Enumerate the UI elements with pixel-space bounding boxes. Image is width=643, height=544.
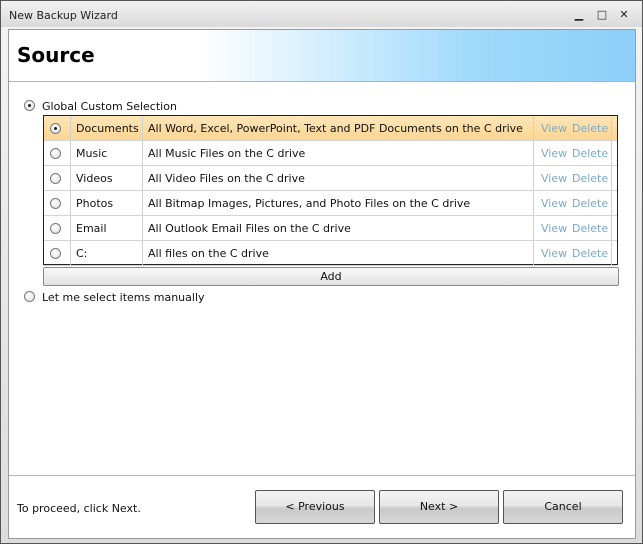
view-link[interactable]: View [541, 247, 567, 260]
item-description: All Outlook Email Files on the C drive [148, 222, 351, 235]
table-row[interactable]: C: All files on the C drive View Delete [44, 241, 617, 266]
delete-link[interactable]: Delete [572, 247, 608, 260]
column-separator [533, 116, 534, 140]
column-separator [142, 216, 143, 240]
row-select-radio[interactable] [50, 223, 61, 234]
column-separator [70, 241, 71, 265]
item-name: Videos [76, 172, 113, 185]
item-name: Photos [76, 197, 114, 210]
previous-button[interactable]: < Previous [255, 490, 375, 524]
item-name: Email [76, 222, 107, 235]
item-description: All Word, Excel, PowerPoint, Text and PD… [148, 122, 523, 135]
table-row[interactable]: Videos All Video Files on the C drive View… [44, 166, 617, 191]
cancel-button[interactable]: Cancel [503, 490, 623, 524]
column-separator [533, 216, 534, 240]
column-separator [611, 241, 612, 265]
column-separator [533, 241, 534, 265]
table-row[interactable]: Email All Outlook Email Files on the C dr… [44, 216, 617, 241]
item-description: All Bitmap Images, Pictures, and Photo F… [148, 197, 471, 210]
wizard-content: Source Global Custom Selection Documents… [8, 29, 636, 539]
column-separator [70, 141, 71, 165]
column-separator [611, 166, 612, 190]
column-separator [533, 166, 534, 190]
item-description: All Music Files on the C drive [148, 147, 306, 160]
add-button[interactable]: Add [43, 267, 619, 286]
title-bar[interactable]: New Backup Wizard ▁ □ ✕ [1, 1, 642, 27]
row-select-radio[interactable] [50, 248, 61, 259]
delete-link[interactable]: Delete [572, 197, 608, 210]
column-separator [70, 116, 71, 140]
item-description: All files on the C drive [148, 247, 269, 260]
manual-selection-radio[interactable] [24, 291, 35, 302]
item-name: Documents [76, 122, 139, 135]
delete-link[interactable]: Delete [572, 122, 608, 135]
column-separator [611, 116, 612, 140]
global-selection-radio[interactable] [24, 100, 35, 111]
column-separator [533, 141, 534, 165]
delete-link[interactable]: Delete [572, 147, 608, 160]
column-separator [142, 141, 143, 165]
row-select-radio[interactable] [50, 173, 61, 184]
maximize-icon[interactable]: □ [595, 9, 609, 21]
next-button[interactable]: Next > [379, 490, 499, 524]
row-select-radio[interactable] [50, 123, 61, 134]
view-link[interactable]: View [541, 222, 567, 235]
page-header: Source [9, 30, 635, 82]
column-separator [611, 216, 612, 240]
column-separator [611, 191, 612, 215]
wizard-window: New Backup Wizard ▁ □ ✕ Source Global Cu… [0, 0, 643, 544]
column-separator [70, 191, 71, 215]
close-icon[interactable]: ✕ [617, 9, 631, 21]
column-separator [70, 216, 71, 240]
column-separator [533, 191, 534, 215]
item-description: All Video Files on the C drive [148, 172, 305, 185]
column-separator [142, 116, 143, 140]
view-link[interactable]: View [541, 122, 567, 135]
minimize-icon[interactable]: ▁ [572, 9, 586, 21]
column-separator [611, 141, 612, 165]
page-title: Source [17, 43, 95, 67]
row-select-radio[interactable] [50, 198, 61, 209]
item-name: C: [76, 247, 88, 260]
column-separator [70, 166, 71, 190]
proceed-hint: To proceed, click Next. [17, 502, 141, 515]
view-link[interactable]: View [541, 147, 567, 160]
delete-link[interactable]: Delete [572, 172, 608, 185]
view-link[interactable]: View [541, 172, 567, 185]
column-separator [142, 166, 143, 190]
manual-selection-label[interactable]: Let me select items manually [42, 291, 205, 304]
row-select-radio[interactable] [50, 148, 61, 159]
column-separator [142, 241, 143, 265]
table-row[interactable]: Documents All Word, Excel, PowerPoint, Te… [44, 116, 617, 141]
view-link[interactable]: View [541, 197, 567, 210]
window-title: New Backup Wizard [9, 9, 118, 22]
item-name: Music [76, 147, 108, 160]
table-row[interactable]: Music All Music Files on the C drive View D… [44, 141, 617, 166]
table-row[interactable]: Photos All Bitmap Images, Pictures, and P… [44, 191, 617, 216]
global-selection-label[interactable]: Global Custom Selection [42, 100, 177, 113]
backup-items-grid: Documents All Word, Excel, PowerPoint, Te… [43, 115, 618, 266]
delete-link[interactable]: Delete [572, 222, 608, 235]
column-separator [142, 191, 143, 215]
